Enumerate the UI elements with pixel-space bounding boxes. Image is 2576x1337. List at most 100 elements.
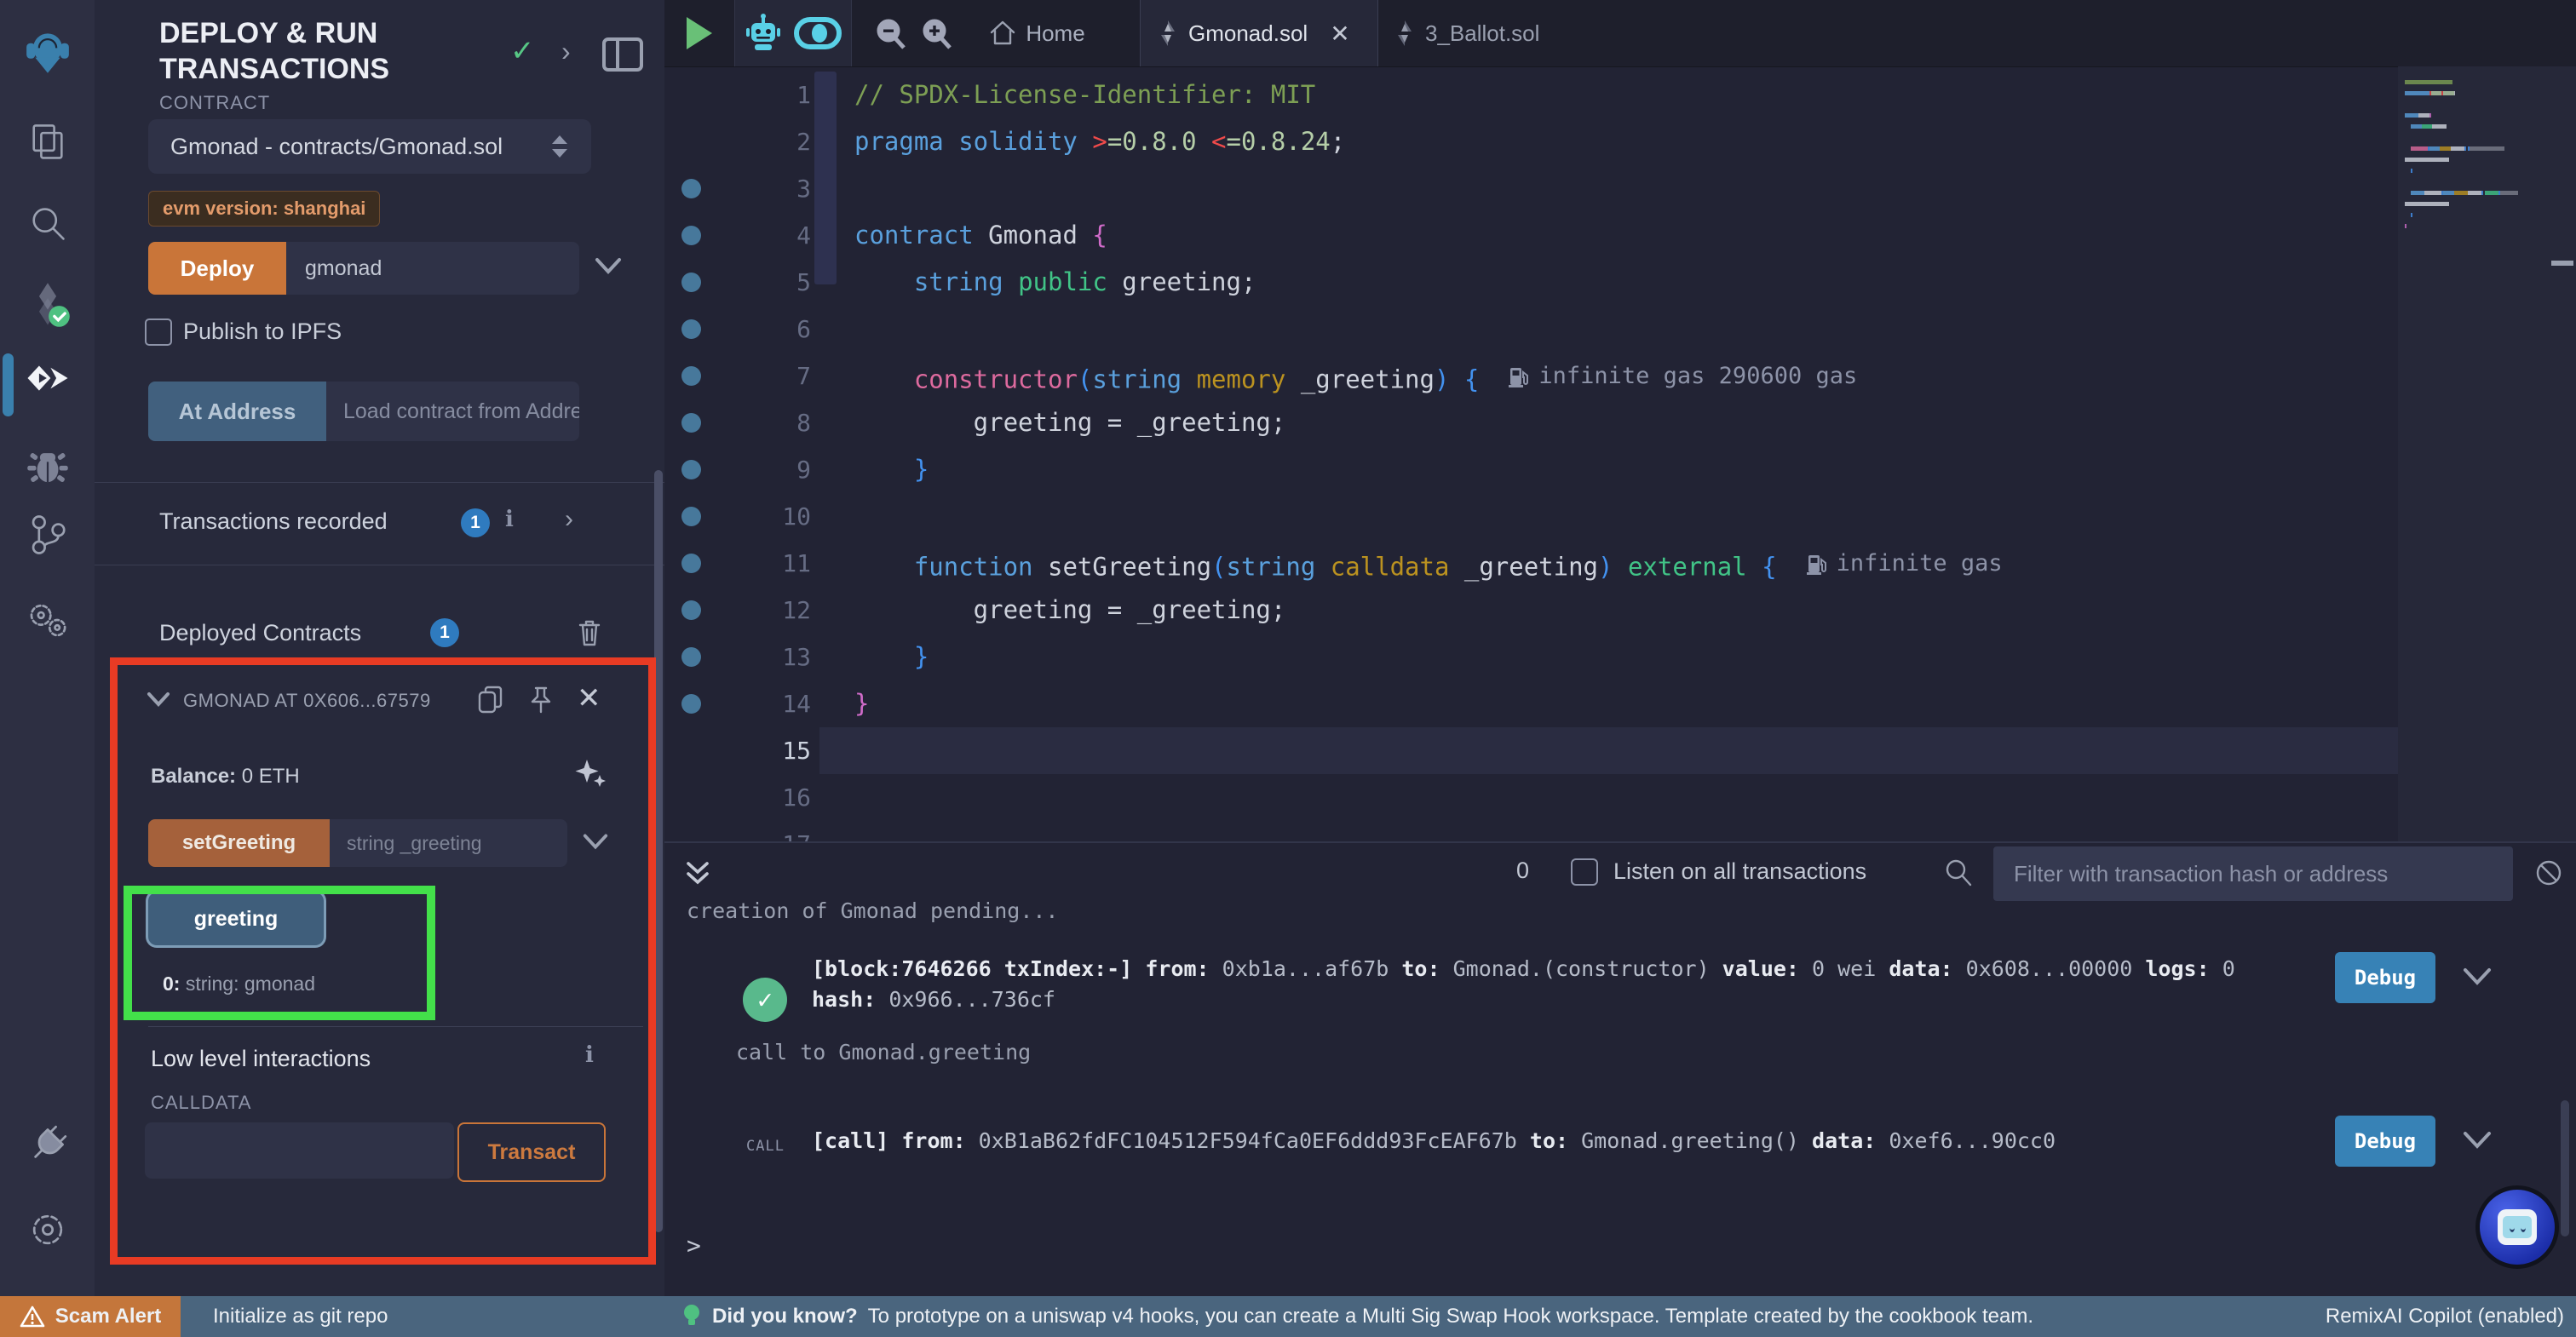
tip-text: To prototype on a uniswap v4 hooks, you …	[868, 1305, 2033, 1328]
gutter-row[interactable]: 2	[664, 118, 819, 165]
log-expand-icon[interactable]	[2462, 1129, 2493, 1151]
gutter-row[interactable]: 11	[664, 540, 819, 587]
editor-minimap[interactable]	[2398, 66, 2576, 841]
debug-button[interactable]: Debug	[2335, 952, 2435, 1003]
remix-ai-assistant-button[interactable]	[2475, 1185, 2559, 1269]
git-icon[interactable]	[0, 513, 95, 557]
deployed-contracts-label: Deployed Contracts	[159, 620, 361, 646]
publish-ipfs-checkbox[interactable]	[145, 318, 172, 346]
remix-ai-robot-icon[interactable]	[745, 13, 782, 54]
filter-input[interactable]: Filter with transaction hash or address	[1993, 846, 2513, 901]
gutter-row[interactable]: 8	[664, 399, 819, 446]
zoom-in-icon[interactable]	[920, 17, 954, 51]
log-expand-icon[interactable]	[2462, 966, 2493, 988]
gutter-row[interactable]: 5	[664, 259, 819, 306]
transactions-expand-icon[interactable]: ›	[565, 505, 573, 534]
panel-forward-icon[interactable]: ›	[561, 36, 571, 67]
at-address-button[interactable]: At Address	[148, 382, 326, 441]
gutter-row[interactable]: 9	[664, 446, 819, 493]
run-script-button[interactable]	[664, 0, 734, 66]
settings-icon[interactable]	[0, 1208, 95, 1252]
tab-gmonad[interactable]: Gmonad.sol ✕	[1140, 0, 1378, 66]
robot-face-icon	[2498, 1209, 2537, 1245]
code-editor[interactable]: 1234567891011121314151617 // SPDX-Licens…	[664, 66, 2576, 841]
search-icon[interactable]	[0, 203, 95, 245]
debug-button[interactable]: Debug	[2335, 1116, 2435, 1167]
deploy-and-run-icon[interactable]	[0, 362, 95, 410]
call-log-block[interactable]: [call] from: 0xB1aB62fdFC104512F594fCa0E…	[812, 1126, 2311, 1156]
pin-panel-icon[interactable]	[602, 37, 643, 72]
contract-label: CONTRACT	[159, 92, 270, 114]
debugger-icon[interactable]	[0, 445, 95, 489]
code-line: constructor(string memory _greeting) {in…	[854, 353, 2003, 399]
gutter-row[interactable]: 4	[664, 212, 819, 259]
listen-checkbox[interactable]	[1571, 858, 1598, 886]
tab-ballot[interactable]: 3_Ballot.sol	[1381, 0, 1577, 66]
remix-logo-icon[interactable]	[0, 31, 95, 75]
gutter-dot-icon	[681, 554, 701, 573]
git-init-button[interactable]: Initialize as git repo	[213, 1296, 388, 1337]
transactions-info-icon[interactable]: i	[505, 507, 514, 532]
solidity-compiler-icon[interactable]	[0, 281, 95, 329]
overview-ruler-mark	[2551, 261, 2573, 266]
gutter-row[interactable]: 3	[664, 165, 819, 212]
gutter-row[interactable]: 10	[664, 493, 819, 540]
gutter-row[interactable]: 17	[664, 821, 819, 841]
copilot-toggle-icon[interactable]	[794, 16, 842, 50]
panel-title: DEPLOY & RUN TRANSACTIONS	[159, 15, 526, 87]
tx-log-block[interactable]: [block:7646266 txIndex:-] from: 0xb1a...…	[812, 954, 2311, 1015]
editor-gutter[interactable]: 1234567891011121314151617	[664, 72, 819, 841]
code-line	[854, 493, 2003, 540]
deployed-contracts-header: Deployed Contracts 1	[95, 611, 664, 657]
did-you-know-tip: Did you know? To prototype on a uniswap …	[681, 1296, 2033, 1337]
terminal-prompt[interactable]: >	[687, 1231, 701, 1260]
gutter-row[interactable]: 7	[664, 353, 819, 399]
line-number: 10	[716, 493, 811, 540]
copilot-status[interactable]: RemixAI Copilot (enabled)	[2326, 1296, 2564, 1337]
editor-scrollbar[interactable]	[814, 72, 837, 284]
tab-close-icon[interactable]: ✕	[1330, 20, 1349, 48]
collapse-terminal-icon[interactable]	[683, 858, 712, 889]
line-number: 6	[716, 306, 811, 353]
gutter-row[interactable]: 12	[664, 587, 819, 634]
contract-select-value: Gmonad - contracts/Gmonad.sol	[170, 134, 503, 160]
tip-bold: Did you know?	[712, 1305, 858, 1328]
transactions-recorded-row[interactable]: Transactions recorded 1 i ›	[95, 482, 664, 565]
line-number: 4	[716, 212, 811, 259]
transactions-count-badge: 1	[461, 508, 490, 537]
scam-alert-label: Scam Alert	[55, 1305, 162, 1328]
constructor-arg-input[interactable]: gmonad	[286, 242, 579, 295]
file-explorer-icon[interactable]	[0, 121, 95, 164]
remix-ide-window: DEPLOY & RUN TRANSACTIONS ✓ › CONTRACT G…	[0, 0, 2576, 1337]
gutter-row[interactable]: 6	[664, 306, 819, 353]
pending-log: creation of Gmonad pending...	[687, 896, 1059, 927]
line-number: 9	[716, 446, 811, 493]
code-line: pragma solidity >=0.8.0 <=0.8.24;	[854, 118, 2003, 165]
line-number: 16	[716, 774, 811, 821]
gutter-dot-icon	[681, 273, 701, 292]
gutter-dot-icon	[681, 179, 701, 198]
gutter-row[interactable]: 15	[664, 727, 819, 774]
tab-home[interactable]: Home	[964, 0, 1109, 66]
at-address-input[interactable]: Load contract from Addre	[326, 382, 579, 441]
scam-alert-button[interactable]: Scam Alert	[0, 1296, 181, 1337]
code-line: // SPDX-License-Identifier: MIT	[854, 72, 2003, 118]
gutter-row[interactable]: 13	[664, 634, 819, 680]
gutter-row[interactable]: 1	[664, 72, 819, 118]
compile-check-icon: ✓	[510, 34, 535, 68]
gutter-row[interactable]: 16	[664, 774, 819, 821]
terminal-search-icon[interactable]	[1942, 857, 1975, 889]
terminal-scrollbar[interactable]	[2561, 1100, 2569, 1237]
gutter-dot-icon	[681, 507, 701, 526]
deploy-expand-icon[interactable]	[594, 255, 623, 276]
contract-select[interactable]: Gmonad - contracts/Gmonad.sol	[148, 119, 591, 174]
clear-filter-icon[interactable]	[2532, 856, 2566, 890]
trash-icon[interactable]	[577, 618, 602, 647]
zoom-out-icon[interactable]	[874, 17, 908, 51]
line-number: 2	[716, 118, 811, 165]
code-line: greeting = _greeting;	[854, 587, 2003, 634]
gutter-row[interactable]: 14	[664, 680, 819, 727]
unit-testing-icon[interactable]	[0, 596, 95, 644]
plugin-manager-icon[interactable]	[0, 1122, 95, 1167]
deploy-button[interactable]: Deploy	[148, 242, 286, 295]
